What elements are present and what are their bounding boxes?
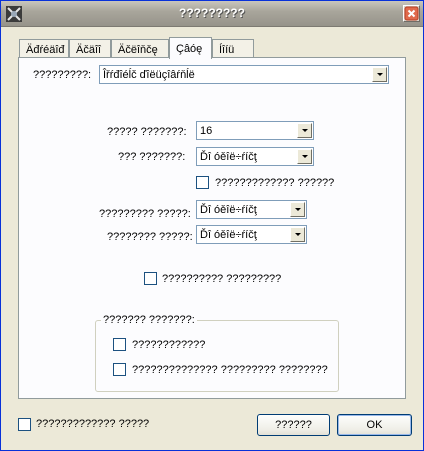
chevron-down-icon[interactable]: [290, 227, 305, 242]
color1-label: ????????? ?????:: [99, 208, 191, 220]
font-combo[interactable]: Îřŕđîéĺč ďîëüçîâŕňĺë: [99, 65, 389, 84]
tab-1-label: Äđŕéäîđ: [26, 44, 65, 56]
style-label: ??? ???????:: [118, 151, 186, 163]
tab-3-label: Äčëîňčę: [118, 44, 158, 56]
size-combo[interactable]: 16: [196, 121, 314, 140]
group-option-2-checkbox[interactable]: [113, 363, 126, 376]
options-groupbox: ??????? ???????: ???????????? ??????????…: [95, 313, 339, 392]
dialog-window: ????????? Äđŕéäîđ Äčäîî Äčëîňčę Çâóę Íîí…: [0, 0, 424, 451]
bottom-checkbox[interactable]: [18, 418, 31, 431]
tab-panel: ?????????: Îřŕđîéĺč ďîëüçîâŕňĺë ????? ??…: [18, 57, 406, 399]
style-checkbox-label: ????????????? ??????: [215, 177, 335, 189]
mid-checkbox-label: ?????????? ?????????: [162, 273, 282, 285]
style-combo[interactable]: Ďî óěîë÷ŕíčţ: [196, 147, 314, 166]
tab-5-label: Íîíü: [219, 44, 235, 56]
style-checkbox[interactable]: [196, 176, 209, 189]
group-option-2-label: ?????????????? ????????? ????????: [132, 364, 328, 376]
group-option-1-checkbox[interactable]: [113, 338, 126, 351]
size-combo-value: 16: [200, 125, 213, 137]
font-label: ?????????:: [33, 69, 92, 81]
tab-3[interactable]: Äčëîňčę: [111, 39, 169, 58]
tab-4[interactable]: Çâóę: [169, 37, 212, 59]
mid-checkbox[interactable]: [144, 272, 157, 285]
chevron-down-icon[interactable]: [297, 149, 312, 164]
size-label: ????? ???????:: [107, 126, 187, 138]
font-combo-value: Îřŕđîéĺč ďîëüçîâŕňĺë: [103, 69, 195, 81]
tab-1[interactable]: Äđŕéäîđ: [19, 39, 69, 58]
style-combo-value: Ďî óěîë÷ŕíčţ: [200, 151, 257, 163]
tab-4-label: Çâóę: [176, 43, 203, 55]
bottom-checkbox-label: ????????????? ?????: [36, 418, 150, 430]
window-title: ?????????: [179, 6, 245, 20]
close-button[interactable]: [403, 5, 420, 22]
chevron-down-icon[interactable]: [372, 67, 387, 82]
color2-combo[interactable]: Ďî óěîë÷ŕíčţ: [196, 225, 307, 244]
color2-combo-value: Ďî óěîë÷ŕíčţ: [200, 229, 257, 241]
color1-combo[interactable]: Ďî óěîë÷ŕíčţ: [196, 200, 307, 219]
apply-button[interactable]: ??????: [257, 414, 330, 436]
title-bar[interactable]: ?????????: [1, 1, 423, 27]
ok-button[interactable]: OK: [337, 414, 412, 436]
chevron-down-icon[interactable]: [290, 202, 305, 217]
color1-combo-value: Ďî óěîë÷ŕíčţ: [200, 204, 257, 216]
groupbox-title: ??????? ???????:: [101, 313, 197, 327]
close-icon: [404, 6, 419, 21]
chevron-down-icon[interactable]: [297, 123, 312, 138]
tab-2[interactable]: Äčäîî: [69, 39, 111, 58]
tab-5[interactable]: Íîíü: [212, 39, 254, 58]
tab-2-label: Äčäîî: [76, 44, 102, 56]
color2-label: ???????? ?????:: [107, 231, 193, 243]
group-option-1-label: ????????????: [132, 339, 206, 351]
